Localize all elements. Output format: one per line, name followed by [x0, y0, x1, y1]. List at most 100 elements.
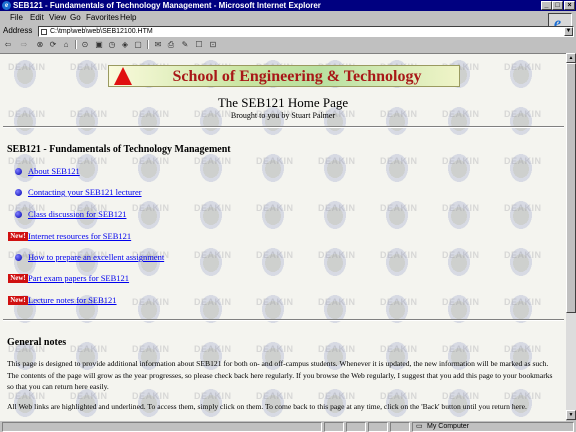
mail-icon[interactable]: ✉ — [153, 40, 163, 49]
forward-icon[interactable]: ⇨ — [19, 40, 29, 49]
watermark-text: DEAKIN — [380, 297, 418, 307]
watermark-text: DEAKIN — [504, 297, 542, 307]
zone-panel: ▭ My Computer — [412, 422, 574, 432]
menu-edit[interactable]: Edit — [30, 12, 44, 23]
menu-file[interactable]: File — [10, 12, 23, 23]
watermark-text: DEAKIN — [70, 391, 108, 401]
blue-bullet-icon — [15, 254, 22, 261]
maximize-button[interactable]: □ — [552, 1, 563, 10]
link-lecture-notes[interactable]: Lecture notes for SEB121 — [28, 295, 117, 306]
menu-go[interactable]: Go — [70, 12, 81, 23]
status-bar: ▭ My Computer — [0, 421, 576, 432]
close-button[interactable]: × — [564, 1, 575, 10]
status-text-panel — [2, 422, 322, 432]
new-badge: New! — [8, 274, 28, 283]
watermark-text: DEAKIN — [256, 250, 294, 260]
menu-favorites[interactable]: Favorites — [86, 12, 119, 23]
watermark-text: DEAKIN — [442, 156, 480, 166]
menu-view[interactable]: View — [49, 12, 66, 23]
address-dropdown-button[interactable]: ▼ — [564, 27, 573, 36]
watermark-text: DEAKIN — [504, 344, 542, 354]
divider — [3, 319, 564, 321]
watermark-text: DEAKIN — [318, 250, 356, 260]
banner-text: School of Engineering & Technology — [172, 68, 422, 85]
blue-bullet-icon — [15, 211, 22, 218]
watermark-text: DEAKIN — [380, 156, 418, 166]
watermark-text: DEAKIN — [132, 344, 170, 354]
channels-icon[interactable]: ◈ — [120, 40, 130, 49]
status-panel — [324, 422, 344, 432]
watermark-text: DEAKIN — [380, 250, 418, 260]
watermark-text: DEAKIN — [256, 391, 294, 401]
watermark-text: DEAKIN — [256, 344, 294, 354]
watermark-text: DEAKIN — [132, 203, 170, 213]
link-internet-resources[interactable]: Internet resources for SEB121 — [28, 231, 131, 242]
refresh-icon[interactable]: ⟳ — [48, 40, 58, 49]
scroll-up-button[interactable]: ▲ — [566, 53, 576, 63]
page-icon — [41, 29, 47, 35]
browser-viewport: DEAKIN DEAKIN DEAKIN DEAKIN DEAKIN DEAKIN DEAK… — [0, 53, 566, 421]
watermark-text: DEAKIN — [442, 297, 480, 307]
menu-bar: File Edit View Go Favorites Help — [0, 12, 576, 23]
watermark-text: DEAKIN — [442, 250, 480, 260]
watermark-text: DEAKIN — [504, 250, 542, 260]
discuss-icon[interactable]: ☐ — [194, 40, 204, 49]
page-title: The SEB121 Home Page — [217, 95, 349, 110]
search-icon[interactable]: ⊙ — [80, 40, 90, 49]
page-subtitle: Brought to you by Stuart Palmer — [230, 111, 336, 120]
link-about[interactable]: About SEB121 — [28, 166, 80, 177]
blue-bullet-icon — [15, 168, 22, 175]
history-icon[interactable]: ◷ — [107, 40, 117, 49]
address-input[interactable]: C:\tmp\web\web\SEB12100.HTM ▼ — [38, 26, 574, 37]
general-notes-heading: General notes — [7, 337, 67, 348]
print-icon[interactable]: ⎙ — [166, 40, 176, 49]
watermark-text: DEAKIN — [8, 62, 46, 72]
toolbar: ⇦ ⇨ ⊗ ⟳ ⌂ ⊙ ▣ ◷ ◈ ▢ ✉ ⎙ ✎ ☐ ⊡ — [0, 38, 576, 51]
vertical-scrollbar[interactable]: ▲ ▼ — [566, 53, 576, 420]
blue-bullet-icon — [15, 189, 22, 196]
favorites-icon[interactable]: ▣ — [94, 40, 104, 49]
watermark-text: DEAKIN — [318, 344, 356, 354]
watermark-text: DEAKIN — [442, 344, 480, 354]
school-banner: School of Engineering & Technology — [108, 65, 460, 87]
watermark-text: DEAKIN — [194, 344, 232, 354]
section-heading: SEB121 - Fundamentals of Technology Mana… — [7, 144, 231, 155]
watermark-text: DEAKIN — [380, 344, 418, 354]
watermark-text: DEAKIN — [380, 203, 418, 213]
menu-help[interactable]: Help — [120, 12, 136, 23]
link-contact-lecturer[interactable]: Contacting your SEB121 lecturer — [28, 187, 142, 198]
minimize-button[interactable]: _ — [541, 1, 552, 10]
internet-explorer-icon: e — [2, 1, 11, 10]
edit-icon[interactable]: ✎ — [180, 40, 190, 49]
fullscreen-icon[interactable]: ▢ — [133, 40, 143, 49]
watermark-text: DEAKIN — [318, 156, 356, 166]
computer-icon: ▭ — [416, 423, 423, 430]
general-notes-paragraph: This page is designed to provide additio… — [7, 359, 553, 391]
status-panel — [368, 422, 388, 432]
stop-icon[interactable]: ⊗ — [35, 40, 45, 49]
watermark-text: DEAKIN — [318, 391, 356, 401]
window-title: SEB121 - Fundamentals of Technology Mana… — [13, 1, 321, 10]
home-icon[interactable]: ⌂ — [61, 40, 71, 49]
watermark-text: DEAKIN — [70, 344, 108, 354]
link-class-discussion[interactable]: Class discussion for SEB121 — [28, 209, 126, 220]
watermark-text: DEAKIN — [194, 250, 232, 260]
watermark-text: DEAKIN — [504, 62, 542, 72]
watermark-text: DEAKIN — [8, 156, 46, 166]
watermark-text: DEAKIN — [256, 203, 294, 213]
title-bar: e SEB121 - Fundamentals of Technology Ma… — [0, 0, 576, 11]
scroll-down-button[interactable]: ▼ — [566, 410, 576, 420]
scroll-thumb[interactable] — [566, 63, 576, 313]
back-icon[interactable]: ⇦ — [3, 40, 13, 49]
toolbar-separator — [147, 40, 149, 49]
watermark-text: DEAKIN — [256, 156, 294, 166]
watermark-text: DEAKIN — [8, 391, 46, 401]
watermark-text: DEAKIN — [132, 391, 170, 401]
watermark-text: DEAKIN — [380, 391, 418, 401]
new-badge: New! — [8, 232, 28, 241]
link-past-exam-papers[interactable]: Part exam papers for SEB121 — [28, 273, 129, 284]
watermark-text: DEAKIN — [504, 391, 542, 401]
link-assignment-guide[interactable]: How to prepare an excellent assignment — [28, 252, 164, 263]
watermark-text: DEAKIN — [318, 203, 356, 213]
messenger-icon[interactable]: ⊡ — [208, 40, 218, 49]
